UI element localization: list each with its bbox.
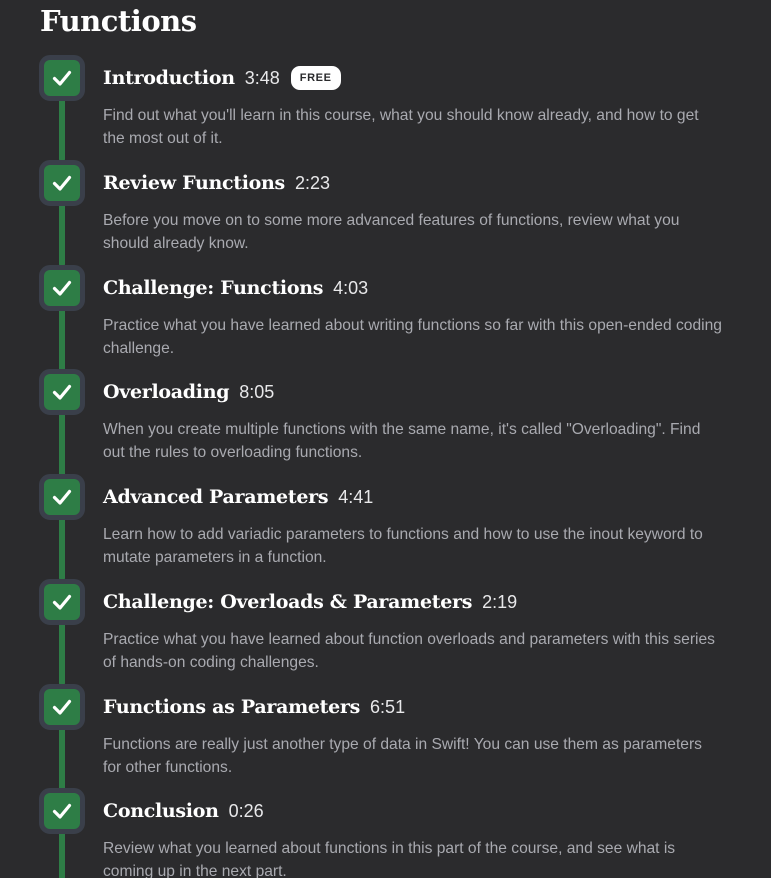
lesson-header: Conclusion 0:26 <box>103 788 264 834</box>
lesson-duration: 6:51 <box>370 696 406 717</box>
lesson-description: Find out what you'll learn in this cours… <box>103 107 699 147</box>
check-icon <box>52 70 72 86</box>
lesson-duration: 8:05 <box>239 381 275 402</box>
lesson-item: Review Functions 2:23 Before you move on… <box>0 160 771 265</box>
lesson-title-link[interactable]: Introduction <box>103 67 235 89</box>
lesson-complete-checkbox[interactable] <box>39 788 85 834</box>
lesson-duration: 3:48 <box>244 67 280 88</box>
lesson-item: Overloading 8:05 When you create multipl… <box>0 369 771 474</box>
check-icon <box>52 699 72 715</box>
lesson-item: Challenge: Functions 4:03 Practice what … <box>0 265 771 370</box>
lesson-title-link[interactable]: Conclusion <box>103 800 219 822</box>
lesson-duration: 4:03 <box>333 277 369 298</box>
section-title: Functions <box>40 4 197 38</box>
lesson-description: Before you move on to some more advanced… <box>103 212 680 252</box>
lesson-complete-checkbox[interactable] <box>39 265 85 311</box>
lesson-complete-checkbox[interactable] <box>39 160 85 206</box>
free-badge: FREE <box>290 66 341 90</box>
lesson-description: Functions are really just another type o… <box>103 736 702 776</box>
lesson-complete-checkbox[interactable] <box>39 474 85 520</box>
lesson-complete-checkbox[interactable] <box>39 684 85 730</box>
lesson-description: Practice what you have learned about wri… <box>103 317 722 357</box>
lesson-description: Review what you learned about functions … <box>103 840 676 878</box>
lesson-item: Challenge: Overloads & Parameters 2:19 P… <box>0 579 771 684</box>
check-icon <box>52 803 72 819</box>
lesson-title-link[interactable]: Overloading <box>103 381 230 403</box>
lesson-header: Functions as Parameters 6:51 <box>103 684 405 730</box>
lesson-duration: 0:26 <box>228 800 264 821</box>
lesson-title-link[interactable]: Advanced Parameters <box>103 486 329 508</box>
lesson-title-link[interactable]: Functions as Parameters <box>103 696 360 718</box>
lesson-title-link[interactable]: Challenge: Overloads & Parameters <box>103 591 472 613</box>
lesson-description: Practice what you have learned about fun… <box>103 631 715 671</box>
lesson-duration: 4:41 <box>338 486 374 507</box>
check-icon <box>52 489 72 505</box>
lesson-description: Learn how to add variadic parameters to … <box>103 526 703 566</box>
lesson-title-link[interactable]: Challenge: Functions <box>103 277 323 299</box>
lesson-description: When you create multiple functions with … <box>103 421 701 461</box>
lesson-complete-checkbox[interactable] <box>39 55 85 101</box>
lesson-header: Overloading 8:05 <box>103 369 274 415</box>
lesson-item: Conclusion 0:26 Review what you learned … <box>0 788 771 878</box>
lesson-duration: 2:23 <box>294 172 330 193</box>
lesson-title-link[interactable]: Review Functions <box>103 172 285 194</box>
lesson-header: Introduction 3:48 FREE <box>103 55 341 101</box>
lesson-item: Introduction 3:48 FREE Find out what you… <box>0 55 771 160</box>
check-icon <box>52 594 72 610</box>
lesson-item: Functions as Parameters 6:51 Functions a… <box>0 684 771 789</box>
check-icon <box>52 175 72 191</box>
lesson-complete-checkbox[interactable] <box>39 369 85 415</box>
lesson-duration: 2:19 <box>482 591 518 612</box>
lesson-header: Challenge: Functions 4:03 <box>103 265 368 311</box>
lesson-header: Challenge: Overloads & Parameters 2:19 <box>103 579 517 625</box>
lesson-header: Review Functions 2:23 <box>103 160 330 206</box>
check-icon <box>52 384 72 400</box>
lesson-item: Advanced Parameters 4:41 Learn how to ad… <box>0 474 771 579</box>
course-stage-page: Functions Introduction 3:48 FREE Find ou… <box>0 0 771 878</box>
lesson-complete-checkbox[interactable] <box>39 579 85 625</box>
lesson-header: Advanced Parameters 4:41 <box>103 474 373 520</box>
check-icon <box>52 280 72 296</box>
